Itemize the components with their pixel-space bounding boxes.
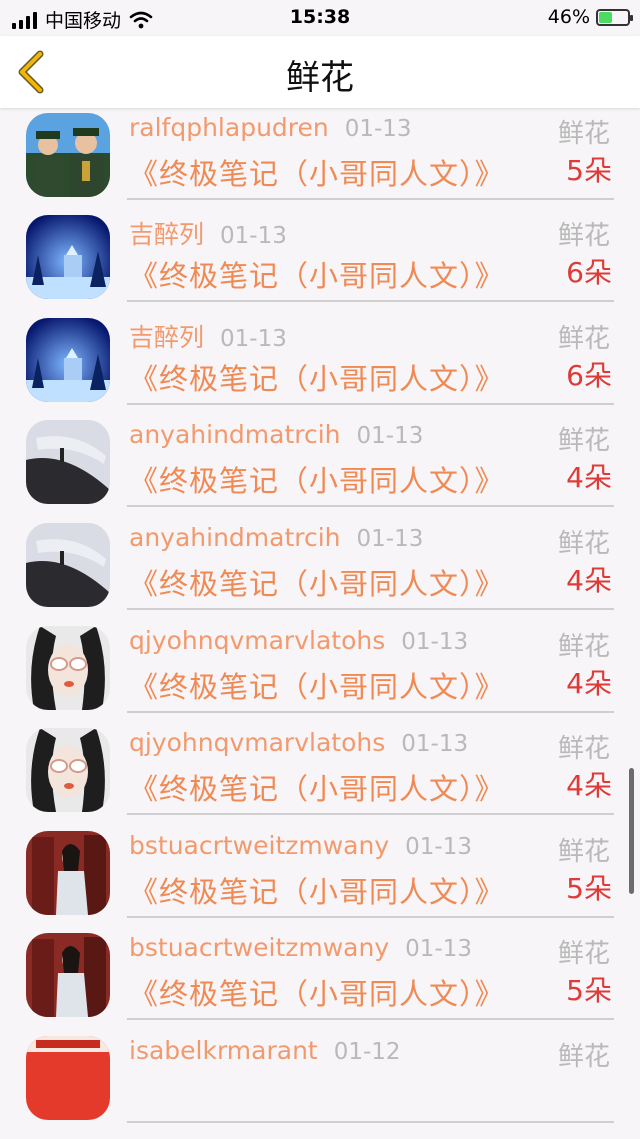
list-item[interactable]: qjyohnqvmarvlatohs 01-13 鲜花《终极笔记（小哥同人文）》 4朵 <box>0 718 640 821</box>
gift-type: 鲜花 <box>557 939 610 970</box>
username-line[interactable]: isabelkrmarant 01-12 <box>129 1036 401 1065</box>
username-line[interactable]: ralfqphlapudren 01-13 <box>129 113 412 142</box>
list-item[interactable]: qjyohnqvmarvlatohs 01-13 鲜花《终极笔记（小哥同人文）》 4朵 <box>0 616 640 719</box>
gift-type: 鲜花 <box>557 323 610 354</box>
username-line[interactable]: 吉醉列 01-13 <box>129 215 287 251</box>
list-item[interactable]: 吉醉列 01-13 鲜花《终极笔记（小哥同人文）》 6朵 <box>0 308 640 411</box>
page-title: 鲜花 <box>286 58 354 98</box>
gift-date: 01-13 <box>401 628 469 655</box>
gift-date: 01-13 <box>220 325 287 352</box>
avatar[interactable] <box>26 728 110 813</box>
list-item[interactable]: anyahindmatrcih 01-13 鲜花《终极笔记（小哥同人文）》 4朵 <box>0 513 640 616</box>
list-item[interactable]: 吉醉列 01-13 鲜花《终极笔记（小哥同人文）》 6朵 <box>0 205 640 308</box>
avatar[interactable] <box>26 933 110 1018</box>
flower-gift-list[interactable]: ralfqphlapudren01-13鲜花《终极笔记（小哥同人文）》5朵ral… <box>0 108 640 1139</box>
gift-type: 鲜花 <box>557 426 610 457</box>
flower-count: 6朵 <box>566 256 612 290</box>
gift-type: 鲜花 <box>557 836 610 867</box>
status-right: 46% <box>547 6 633 28</box>
list-item[interactable]: anyahindmatrcih 01-13 鲜花《终极笔记（小哥同人文）》 4朵 <box>0 410 640 513</box>
username[interactable]: 吉醉列 <box>129 323 204 352</box>
gift-date: 01-13 <box>344 115 412 142</box>
list-item[interactable]: bstuacrtweitzmwany 01-13 鲜花《终极笔记（小哥同人文）》 5朵 <box>0 923 640 1026</box>
divider <box>127 1018 614 1021</box>
username[interactable]: bstuacrtweitzmwany <box>129 933 389 962</box>
gift-date: 01-13 <box>405 833 472 860</box>
book-title[interactable]: 《终极笔记（小哥同人文）》 <box>129 253 505 295</box>
avatar[interactable] <box>26 112 110 197</box>
username[interactable]: qjyohnqvmarvlatohs <box>129 626 385 655</box>
divider <box>127 1121 614 1123</box>
flower-count: 4朵 <box>566 666 612 700</box>
divider <box>127 608 614 610</box>
list-item[interactable]: bstuacrtweitzmwany 01-13 鲜花《终极笔记（小哥同人文）》 5朵 <box>0 821 640 924</box>
username[interactable]: qjyohnqvmarvlatohs <box>129 728 385 757</box>
flower-count: 6朵 <box>566 358 612 392</box>
gift-type: 鲜花 <box>557 221 610 252</box>
avatar[interactable] <box>26 317 110 402</box>
gift-date: 01-13 <box>401 731 469 758</box>
book-title[interactable]: 《终极笔记（小哥同人文）》 <box>129 766 505 808</box>
gift-date: 01-13 <box>220 223 287 250</box>
username-line[interactable]: 吉醉列 01-13 <box>129 318 287 354</box>
divider <box>127 813 614 816</box>
book-title[interactable]: 《终极笔记（小哥同人文）》 <box>129 356 505 398</box>
username-line[interactable]: anyahindmatrcih 01-13 <box>129 523 423 552</box>
username[interactable]: ralfqphlapudren <box>129 113 329 142</box>
avatar[interactable] <box>26 215 110 300</box>
gift-date: 01-13 <box>356 423 424 450</box>
username[interactable]: anyahindmatrcih <box>129 523 341 552</box>
username[interactable]: bstuacrtweitzmwany <box>129 831 389 860</box>
book-title[interactable]: 《终极笔记（小哥同人文）》 <box>129 561 505 603</box>
flower-count: 4朵 <box>566 564 612 597</box>
battery-fill <box>599 11 612 23</box>
gift-date: 01-13 <box>405 936 472 963</box>
gift-type: 鲜花 <box>557 734 610 765</box>
book-title[interactable]: 《终极笔记（小哥同人文）》 <box>129 869 505 911</box>
divider <box>127 402 614 405</box>
avatar[interactable] <box>26 420 110 505</box>
gift-type: 鲜花 <box>557 118 610 149</box>
status-bar: 中国移动 15:38 46% <box>0 0 640 36</box>
username[interactable]: anyahindmatrcih <box>129 420 341 449</box>
gift-date: 01-13 <box>356 526 424 552</box>
flower-count: 5朵 <box>566 153 612 187</box>
divider <box>127 915 614 918</box>
gift-type: 鲜花 <box>557 1042 610 1072</box>
gift-date: 01-12 <box>333 1039 401 1065</box>
flower-count: 5朵 <box>566 974 612 1008</box>
avatar[interactable] <box>26 523 110 607</box>
username-line[interactable]: qjyohnqvmarvlatohs 01-13 <box>129 728 468 757</box>
username[interactable]: isabelkrmarant <box>129 1036 318 1065</box>
username-line[interactable]: bstuacrtweitzmwany 01-13 <box>129 933 472 962</box>
flower-count: 4朵 <box>566 461 612 495</box>
gift-type: 鲜花 <box>557 529 610 559</box>
battery-percent: 46% <box>547 6 590 28</box>
book-title[interactable]: 《终极笔记（小哥同人文）》 <box>129 458 505 500</box>
divider <box>127 300 614 303</box>
clock: 15:38 <box>289 6 351 28</box>
avatar[interactable] <box>26 625 110 710</box>
username-line[interactable]: anyahindmatrcih 01-13 <box>129 420 423 449</box>
list-item[interactable]: ralfqphlapudren 01-13 鲜花《终极笔记（小哥同人文）》 5朵 <box>0 108 640 205</box>
username-line[interactable]: bstuacrtweitzmwany 01-13 <box>129 831 472 860</box>
scrollbar[interactable] <box>629 768 634 894</box>
navigation-bar: 鲜花 <box>0 36 640 108</box>
divider <box>127 197 614 200</box>
flower-count: 5朵 <box>566 871 612 905</box>
book-title[interactable]: 《终极笔记（小哥同人文）》 <box>129 664 505 706</box>
avatar[interactable] <box>26 830 110 915</box>
username-line[interactable]: qjyohnqvmarvlatohs 01-13 <box>129 626 468 655</box>
flower-count: 4朵 <box>566 769 612 803</box>
battery-icon <box>596 8 633 26</box>
book-title[interactable]: 《终极笔记（小哥同人文）》 <box>129 971 505 1013</box>
avatar[interactable] <box>26 1036 110 1120</box>
book-title[interactable]: 《终极笔记（小哥同人文）》 <box>129 151 505 193</box>
divider <box>127 505 614 508</box>
gift-type: 鲜花 <box>557 631 610 662</box>
divider <box>127 710 614 713</box>
username[interactable]: 吉醉列 <box>129 220 204 249</box>
list-item[interactable]: isabelkrmarant 01-12 鲜花 <box>0 1026 640 1129</box>
